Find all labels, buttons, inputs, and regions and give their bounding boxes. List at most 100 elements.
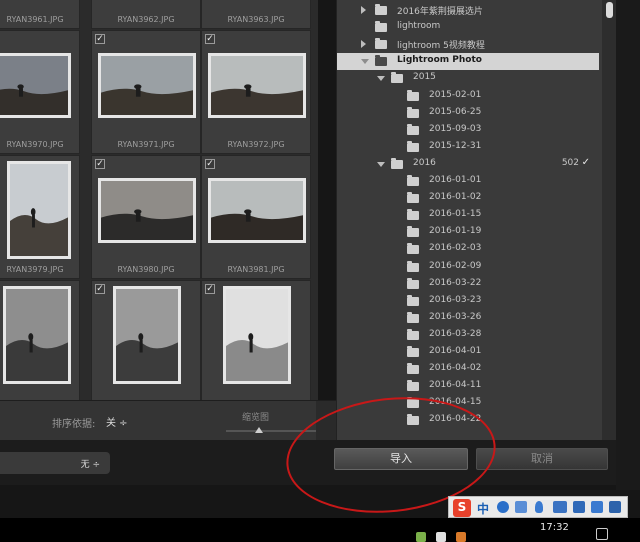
folder-row[interactable]: 2016-03-26 <box>337 310 599 327</box>
folder-row[interactable]: 2016年紫荆摄展选片 <box>337 2 599 19</box>
slider-handle[interactable] <box>255 427 263 433</box>
folder-label: 2016-02-09 <box>429 260 482 271</box>
folder-row[interactable]: 2015 <box>337 70 599 87</box>
folder-label: 2016-01-19 <box>429 226 482 237</box>
folder-icon <box>407 380 419 392</box>
folder-label: 2016-04-11 <box>429 380 482 391</box>
folder-scrollbar[interactable] <box>602 0 616 440</box>
folder-icon <box>407 226 419 238</box>
folder-row[interactable]: 2016-01-19 <box>337 224 599 241</box>
user-icon[interactable] <box>573 501 585 513</box>
folder-row[interactable]: 2016-04-02 <box>337 361 599 378</box>
tray-network-icon[interactable] <box>436 532 446 542</box>
folder-label: 2015-09-03 <box>429 123 482 134</box>
thumbnail-cell[interactable]: ✓ RYAN3971.JPG <box>91 30 201 154</box>
folder-row[interactable]: 2015-06-25 <box>337 105 599 122</box>
sort-select[interactable]: 关 ÷ <box>106 414 128 429</box>
folder-row[interactable]: 2016-02-09 <box>337 259 599 276</box>
thumbnail-cell[interactable]: RYAN3979.JPG <box>0 155 80 279</box>
folder-label: 2016-04-01 <box>429 346 482 356</box>
folder-icon <box>391 72 403 84</box>
photo-thumbnail[interactable] <box>98 52 196 118</box>
photo-thumbnail[interactable] <box>0 52 71 118</box>
disclosure-expanded-icon[interactable] <box>377 76 385 82</box>
folder-icon <box>407 175 419 186</box>
folder-row[interactable]: 2015-12-31 <box>337 139 599 156</box>
photo-thumbnail[interactable] <box>98 177 196 243</box>
tray-volume-icon[interactable] <box>456 532 466 542</box>
thumbnail-filename: RYAN3971.JPG <box>117 140 175 149</box>
sogou-logo-icon[interactable]: S <box>453 499 471 517</box>
photo-thumbnail[interactable] <box>3 286 71 384</box>
photo-thumbnail[interactable] <box>7 161 71 259</box>
folder-label: 2016年紫荆摄展选片 <box>397 7 483 17</box>
window-edge <box>616 0 640 490</box>
photo-thumbnail[interactable] <box>223 286 291 384</box>
folder-row[interactable]: lightroom <box>337 19 599 36</box>
photo-thumbnail[interactable] <box>113 286 181 384</box>
folder-label: 2015-12-31 <box>429 140 482 151</box>
folder-row[interactable]: lightroom 5视频教程 <box>337 36 599 53</box>
folder-icon <box>375 21 387 33</box>
thumbnail-cell[interactable]: ✓ RYAN3972.JPG <box>201 30 311 154</box>
photo-thumbnail[interactable] <box>208 52 306 118</box>
folder-label: 2016-01-02 <box>429 192 482 203</box>
tray-app-icon[interactable] <box>416 532 426 542</box>
sort-label: 排序依据: <box>52 419 96 430</box>
select-checkbox[interactable]: ✓ <box>95 284 105 294</box>
folder-icon <box>407 311 419 323</box>
folder-row[interactable]: 2015-02-01 <box>337 88 599 105</box>
folder-row[interactable]: 2016-04-01 <box>337 344 599 361</box>
folder-row[interactable]: 2016 502 ✓ <box>337 156 599 173</box>
folder-icon <box>407 89 419 101</box>
thumbnail-cell[interactable]: ✓ RYAN3981.JPG <box>201 155 311 279</box>
folder-row[interactable]: 2016-04-11 <box>337 378 599 395</box>
punctuation-icon[interactable] <box>515 501 527 513</box>
microphone-icon[interactable] <box>535 501 543 513</box>
select-checkbox[interactable]: ✓ <box>95 34 105 44</box>
folder-row[interactable]: 2016-02-03 <box>337 241 599 258</box>
folder-row[interactable]: 2016-01-01 <box>337 173 599 190</box>
folder-scrollbar-thumb[interactable] <box>606 2 613 18</box>
thumbnail-cell[interactable]: RYAN3962.JPG <box>91 0 201 29</box>
disclosure-expanded-icon[interactable] <box>377 161 385 167</box>
folder-label: 2016 <box>413 157 436 168</box>
grid-toolbar: 排序依据: 关 ÷ 缩览图 <box>0 400 336 441</box>
thumbnail-cell[interactable]: ✓ RYAN3980.JPG <box>91 155 201 279</box>
shirt-icon[interactable] <box>591 501 603 513</box>
wrench-icon[interactable] <box>609 501 621 513</box>
select-checkbox[interactable]: ✓ <box>95 159 105 169</box>
thumbnail-filename: RYAN3980.JPG <box>117 265 175 274</box>
disclosure-collapsed-icon[interactable] <box>361 6 366 14</box>
folder-label: 2015 <box>413 72 436 83</box>
keyboard-icon[interactable] <box>553 501 567 513</box>
ime-mode[interactable]: 中 <box>477 500 489 517</box>
thumbnail-cell[interactable]: RYAN3970.JPG <box>0 30 80 154</box>
folder-row[interactable]: 2016-03-23 <box>337 293 599 310</box>
ime-toolbar: S 中 <box>448 496 628 518</box>
cancel-button[interactable]: 取消 <box>476 448 608 470</box>
select-checkbox[interactable]: ✓ <box>205 284 215 294</box>
folder-icon <box>375 38 387 50</box>
thumbnail-cell[interactable]: ✓ <box>201 280 311 400</box>
preset-dropdown[interactable]: 无 ÷ <box>0 452 110 474</box>
disclosure-expanded-icon[interactable] <box>361 59 369 65</box>
photo-thumbnail[interactable] <box>208 177 306 243</box>
thumbnail-cell[interactable]: RYAN3961.JPG <box>0 0 80 29</box>
folder-row[interactable]: 2015-09-03 <box>337 122 599 139</box>
folder-label: 2016-01-01 <box>429 175 482 185</box>
select-checkbox[interactable]: ✓ <box>205 159 215 169</box>
folder-icon <box>375 55 387 67</box>
thumbnail-cell[interactable]: RYAN3963.JPG <box>201 0 311 29</box>
notification-icon[interactable] <box>596 528 608 540</box>
disclosure-collapsed-icon[interactable] <box>361 40 366 49</box>
folder-row[interactable]: Lightroom Photo <box>337 53 599 71</box>
thumbnail-cell[interactable] <box>0 280 80 400</box>
folder-row[interactable]: 2016-01-02 <box>337 190 599 207</box>
folder-row[interactable]: 2016-03-28 <box>337 327 599 344</box>
thumbnail-cell[interactable]: ✓ <box>91 280 201 400</box>
moon-icon[interactable] <box>497 501 509 513</box>
select-checkbox[interactable]: ✓ <box>205 34 215 44</box>
folder-row[interactable]: 2016-03-22 <box>337 276 599 293</box>
folder-row[interactable]: 2016-01-15 <box>337 207 599 224</box>
